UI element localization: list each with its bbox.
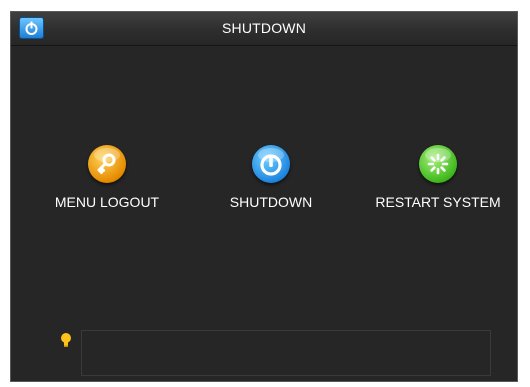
shutdown-dialog: SHUTDOWN MENU LOGOUT SHUTDOWN RESTART SY… <box>10 11 518 382</box>
restart-system-label: RESTART SYSTEM <box>375 194 501 210</box>
title-bar: SHUTDOWN <box>11 12 517 46</box>
shutdown-button[interactable]: SHUTDOWN <box>191 145 351 210</box>
dialog-title: SHUTDOWN <box>221 20 307 36</box>
key-icon <box>88 145 126 183</box>
restart-icon <box>419 145 457 183</box>
menu-logout-button[interactable]: MENU LOGOUT <box>27 145 187 210</box>
restart-system-button[interactable]: RESTART SYSTEM <box>358 145 517 210</box>
shutdown-label: SHUTDOWN <box>229 194 313 210</box>
lightbulb-icon <box>60 332 72 353</box>
tip-message-box <box>81 330 491 376</box>
menu-logout-label: MENU LOGOUT <box>54 194 160 210</box>
power-icon <box>252 145 290 183</box>
